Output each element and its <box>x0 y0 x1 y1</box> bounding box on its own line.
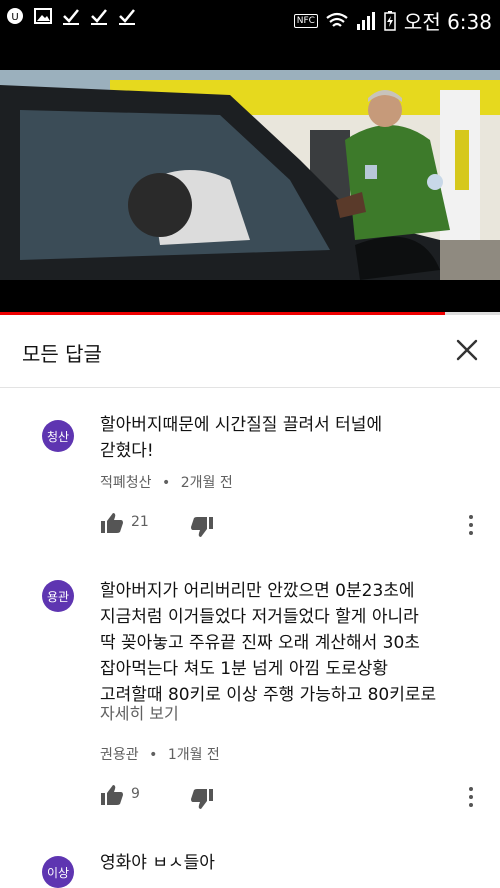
nfc-icon: NFC <box>293 13 318 28</box>
replies-header: 모든 답글 <box>0 315 500 388</box>
panel-title: 모든 답글 <box>22 342 102 366</box>
thumbs-down-icon[interactable] <box>190 515 214 539</box>
comment-time: 2개월 전 <box>180 475 233 491</box>
comment-meta: 권용관 • 1개월 전 <box>100 744 220 764</box>
thumbs-down-icon[interactable] <box>190 787 214 811</box>
comment-author[interactable]: 권용관 <box>100 747 139 763</box>
comment-author[interactable]: 적폐청산 <box>100 475 152 491</box>
comment-meta: 적폐청산 • 2개월 전 <box>100 472 233 492</box>
comment-item: 이상 영화야 ㅂㅅ들아 <box>0 848 500 888</box>
video-frame-image <box>0 70 500 280</box>
comment-actions: 9 <box>100 783 490 813</box>
video-letterbox-top <box>0 36 500 70</box>
like-count: 9 <box>131 786 140 802</box>
meta-separator: • <box>149 747 158 763</box>
comment-actions: 21 <box>100 511 490 541</box>
signal-icon <box>356 11 375 30</box>
comment-item: 청산 할아버지때문에 시간질질 끌려서 터널에 갇혔다! 적폐청산 • 2개월 … <box>0 395 500 555</box>
thumbs-up-icon[interactable] <box>100 783 124 807</box>
avatar[interactable]: 청산 <box>42 420 74 452</box>
video-letterbox-bottom <box>0 280 500 312</box>
wifi-icon <box>326 12 348 27</box>
thumbs-up-icon[interactable] <box>100 511 124 535</box>
avatar[interactable]: 이상 <box>42 856 74 888</box>
comment-text: 할아버지때문에 시간질질 끌려서 터널에 갇혔다! <box>100 415 383 461</box>
download-done-icon <box>91 9 107 25</box>
download-done-icon <box>63 9 79 25</box>
more-options-icon[interactable] <box>466 513 476 537</box>
comment-text: 할아버지가 어리버리만 안깠으면 0분23초에 지금처럼 이거들었다 저거들었다… <box>100 581 437 705</box>
close-icon[interactable] <box>454 337 480 363</box>
comment-item: 용관 할아버지가 어리버리만 안깠으면 0분23초에 지금처럼 이거들었다 저거… <box>0 570 500 830</box>
comment-time: 1개월 전 <box>167 747 220 763</box>
svg-text:U: U <box>11 12 18 23</box>
status-time: 오전 6:38 <box>403 10 492 34</box>
meta-separator: • <box>161 475 171 491</box>
more-options-icon[interactable] <box>466 785 476 809</box>
like-count: 21 <box>131 514 149 530</box>
avatar[interactable]: 용관 <box>42 580 74 612</box>
image-notification-icon <box>34 8 52 24</box>
download-done-icon <box>119 9 135 25</box>
battery-charging-icon <box>384 10 396 31</box>
video-player[interactable] <box>0 70 500 280</box>
notification-app-icon: U <box>7 8 23 24</box>
comment-text: 영화야 ㅂㅅ들아 <box>100 853 215 873</box>
status-bar: U NFC 오전 6:38 <box>0 0 500 36</box>
read-more-link[interactable]: 자세히 보기 <box>100 700 179 724</box>
